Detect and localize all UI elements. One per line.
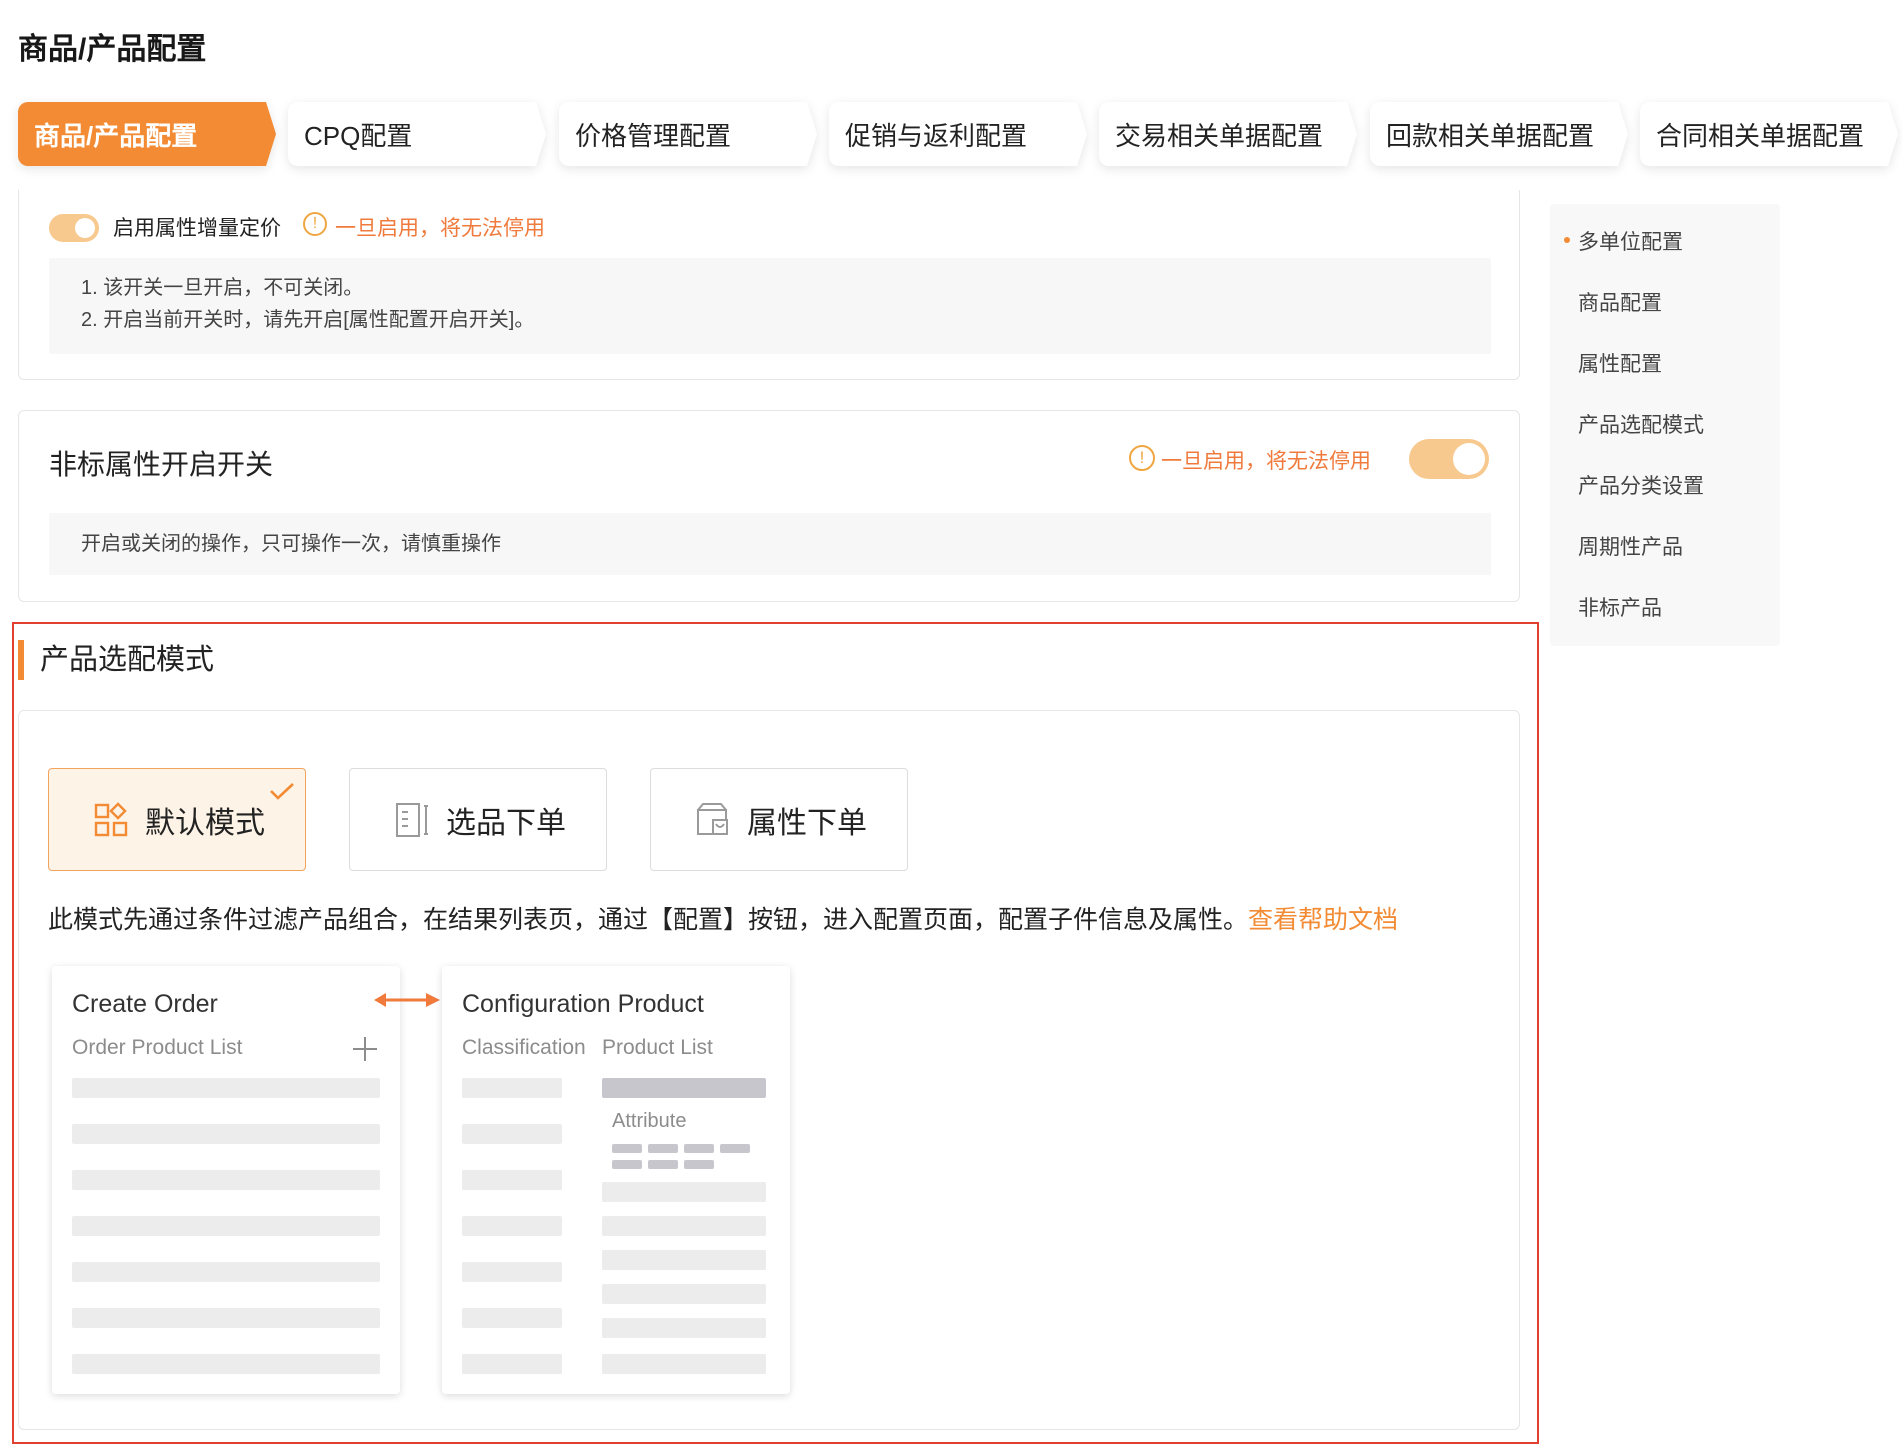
product-list-label: Product List: [602, 1036, 713, 1059]
placeholder-row: [72, 1216, 380, 1236]
mode-description-text: 此模式先通过条件过滤产品组合，在结果列表页，通过【配置】按钮，进入配置页面，配置…: [48, 906, 1249, 934]
mode-default-option[interactable]: 默认模式: [48, 768, 306, 871]
side-item-product[interactable]: 商品配置: [1578, 287, 1662, 317]
placeholder-row: [602, 1250, 766, 1270]
mode-attr-order-option[interactable]: 属性下单: [650, 768, 908, 871]
side-item-selection-mode[interactable]: 产品选配模式: [1578, 409, 1704, 439]
hint-line-2: 2. 开启当前开关时，请先开启[属性配置开启开关]。: [81, 309, 535, 331]
placeholder-row: [72, 1354, 380, 1374]
attr-pricing-hint-box: 1. 该开关一旦开启，不可关闭。 2. 开启当前开关时，请先开启[属性配置开启开…: [49, 258, 1491, 354]
tab-contract-docs-config[interactable]: 合同相关单据配置: [1640, 102, 1898, 166]
selected-product-row: [602, 1078, 766, 1098]
page-title: 商品/产品配置: [18, 33, 207, 66]
attribute-label: Attribute: [612, 1110, 687, 1132]
placeholder-row: [462, 1308, 562, 1328]
nonstd-attr-card: 非标属性开启开关 ! 一旦启用，将无法停用 开启或关闭的操作，只可操作一次，请慎…: [18, 410, 1520, 602]
placeholder-row: [602, 1216, 766, 1236]
side-nav: 多单位配置 商品配置 属性配置 产品选配模式 产品分类设置 周期性产品 非标产品: [1550, 204, 1780, 646]
mode-attr-order-label: 属性下单: [747, 806, 867, 840]
double-arrow-icon: [374, 993, 440, 1007]
plus-icon: [353, 1037, 377, 1061]
grid-icon: [94, 801, 128, 836]
section-title: 产品选配模式: [40, 644, 215, 676]
mode-pick-order-label: 选品下单: [446, 806, 566, 840]
mode-pick-order-option[interactable]: 选品下单: [349, 768, 607, 871]
side-item-multi-unit[interactable]: 多单位配置: [1564, 226, 1683, 256]
attr-pricing-toggle[interactable]: [49, 214, 99, 242]
section-accent-bar: [18, 640, 24, 680]
help-doc-link[interactable]: 查看帮助文档: [1248, 906, 1398, 934]
cart-icon: [697, 802, 728, 835]
placeholder-row: [462, 1170, 562, 1190]
placeholder-row: [462, 1124, 562, 1144]
attribute-chip: [648, 1144, 678, 1153]
create-order-illustration: Create Order Order Product List: [52, 966, 400, 1394]
attribute-chip: [720, 1144, 750, 1153]
attribute-chip: [612, 1160, 642, 1169]
placeholder-row: [72, 1308, 380, 1328]
tab-payment-docs-config[interactable]: 回款相关单据配置: [1370, 102, 1628, 166]
attr-pricing-warning: 一旦启用，将无法停用: [335, 217, 545, 240]
side-item-attribute[interactable]: 属性配置: [1578, 348, 1662, 378]
attr-pricing-label: 启用属性增量定价: [113, 217, 281, 240]
list-icon: [396, 802, 428, 837]
nonstd-attr-title: 非标属性开启开关: [49, 449, 274, 480]
placeholder-row: [462, 1262, 562, 1282]
warning-icon: !: [303, 212, 327, 236]
placeholder-row: [72, 1078, 380, 1098]
create-order-title: Create Order: [72, 990, 218, 1018]
placeholder-row: [602, 1182, 766, 1202]
config-product-illustration: Configuration Product Classification Pro…: [442, 966, 790, 1394]
mode-description: 此模式先通过条件过滤产品组合，在结果列表页，通过【配置】按钮，进入配置页面，配置…: [48, 900, 1398, 936]
tab-promotion-config[interactable]: 促销与返利配置: [829, 102, 1087, 166]
attribute-chip: [612, 1144, 642, 1153]
mode-default-label: 默认模式: [145, 806, 265, 840]
tab-trade-docs-config[interactable]: 交易相关单据配置: [1099, 102, 1357, 166]
attr-pricing-card: 启用属性增量定价 ! 一旦启用，将无法停用 1. 该开关一旦开启，不可关闭。 2…: [18, 190, 1520, 380]
attribute-chip: [684, 1160, 714, 1169]
warning-icon: !: [1129, 445, 1155, 471]
placeholder-row: [462, 1216, 562, 1236]
check-icon: [270, 783, 294, 800]
config-product-title: Configuration Product: [462, 990, 704, 1018]
placeholder-row: [72, 1124, 380, 1144]
side-item-nonstd[interactable]: 非标产品: [1578, 592, 1662, 622]
tab-price-config[interactable]: 价格管理配置: [559, 102, 817, 166]
placeholder-row: [602, 1318, 766, 1338]
classification-label: Classification: [462, 1036, 586, 1059]
attribute-chip: [684, 1144, 714, 1153]
order-product-list-label: Order Product List: [72, 1036, 243, 1059]
tab-product-config[interactable]: 商品/产品配置: [18, 102, 276, 166]
placeholder-row: [72, 1262, 380, 1282]
placeholder-row: [602, 1284, 766, 1304]
placeholder-row: [462, 1078, 562, 1098]
attribute-chip: [648, 1160, 678, 1169]
placeholder-row: [462, 1354, 562, 1374]
tab-bar: 商品/产品配置 CPQ配置 价格管理配置 促销与返利配置 交易相关单据配置 回款…: [18, 102, 1898, 166]
nonstd-attr-hint: 开启或关闭的操作，只可操作一次，请慎重操作: [49, 513, 1491, 575]
placeholder-row: [72, 1170, 380, 1190]
nonstd-attr-warning: 一旦启用，将无法停用: [1161, 450, 1371, 473]
nonstd-attr-toggle[interactable]: [1409, 439, 1489, 479]
placeholder-row: [602, 1354, 766, 1374]
tab-cpq-config[interactable]: CPQ配置: [288, 102, 546, 166]
hint-line-1: 1. 该开关一旦开启，不可关闭。: [81, 277, 364, 299]
side-item-periodic[interactable]: 周期性产品: [1578, 531, 1683, 561]
side-item-category[interactable]: 产品分类设置: [1578, 470, 1704, 500]
